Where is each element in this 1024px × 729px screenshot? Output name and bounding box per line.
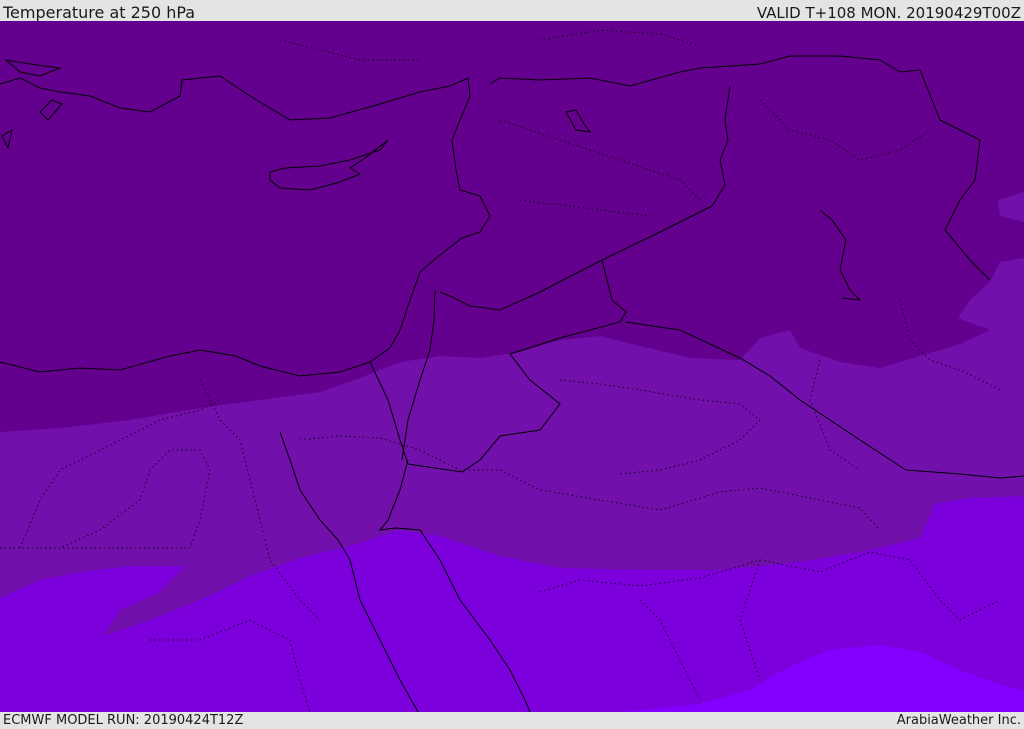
footer-bar: ECMWF MODEL RUN: 20190424T12Z ArabiaWeat… bbox=[0, 712, 1024, 729]
map-canvas[interactable] bbox=[0, 21, 1024, 712]
model-run-label: ECMWF MODEL RUN: 20190424T12Z bbox=[3, 713, 244, 728]
header-bar: Temperature at 250 hPa VALID T+108 MON. … bbox=[0, 0, 1024, 22]
valid-time: VALID T+108 MON. 20190429T00Z bbox=[756, 4, 1021, 22]
credit-label: ArabiaWeather Inc. bbox=[896, 713, 1021, 728]
map-title: Temperature at 250 hPa bbox=[3, 3, 196, 22]
